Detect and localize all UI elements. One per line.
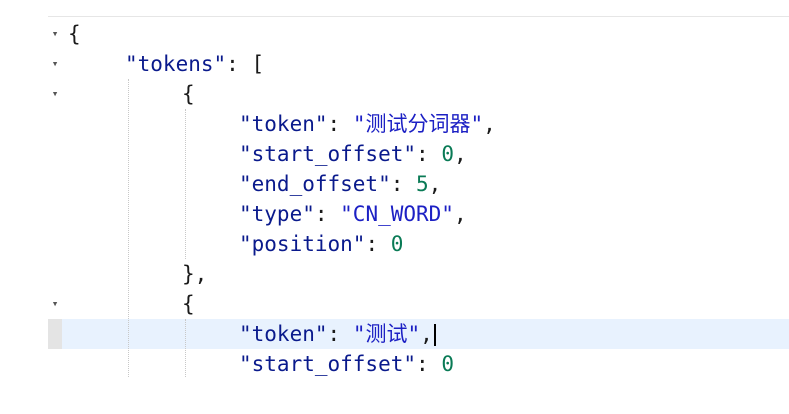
json-punctuation: : (416, 352, 442, 376)
json-key: "token" (239, 112, 328, 136)
fold-toggle-triangle-down-icon[interactable]: ▾ (48, 19, 62, 49)
code-line[interactable]: "tokens": [ (48, 49, 789, 79)
code-line-content: { (182, 289, 195, 319)
json-punctuation: : (327, 112, 353, 136)
json-punctuation: }, (182, 262, 208, 286)
line-gutter-cell (48, 259, 62, 289)
code-line[interactable]: { (48, 19, 789, 49)
fold-toggle-triangle-down-icon[interactable]: ▾ (48, 49, 62, 79)
json-punctuation: : (390, 172, 417, 196)
code-line-content: "start_offset": 0 (239, 349, 454, 377)
indent-guide (128, 79, 129, 377)
json-punctuation: , (453, 202, 467, 226)
json-key: "start_offset" (239, 352, 417, 376)
code-line-active[interactable]: "token": "测试", (48, 319, 789, 349)
screenshot-frame: {▾ "tokens": [▾{▾ "token": "测试分词器", "start_… (0, 0, 789, 414)
code-line[interactable]: "type": "CN_WORD", (48, 199, 789, 229)
code-line-content: "type": "CN_WORD", (239, 199, 467, 229)
json-key: "start_offset" (239, 142, 417, 166)
json-punctuation: , (428, 172, 442, 196)
code-line[interactable]: "start_offset": 0 (48, 349, 789, 377)
json-punctuation: { (182, 82, 195, 106)
text-cursor (433, 324, 436, 346)
line-gutter-cell (48, 109, 62, 139)
code-line-content: "start_offset": 0, (239, 139, 467, 169)
json-punctuation: : (365, 232, 391, 256)
code-line[interactable]: "start_offset": 0, (48, 139, 789, 169)
json-code-editor[interactable]: {▾ "tokens": [▾{▾ "token": "测试分词器", "start_… (48, 16, 789, 377)
json-string: "测试分词器" (352, 112, 484, 136)
code-line-content: { (182, 79, 195, 109)
json-key: "end_offset" (239, 172, 391, 196)
code-line[interactable]: "position": 0 (48, 229, 789, 259)
json-string: "测试" (352, 322, 421, 346)
code-line[interactable]: "token": "测试分词器", (48, 109, 789, 139)
json-key: "tokens" (125, 52, 227, 76)
code-line-content: "end_offset": 5, (239, 169, 441, 199)
json-number: 0 (441, 352, 454, 376)
json-number: 5 (416, 172, 429, 196)
json-punctuation: : [ (226, 52, 265, 76)
line-gutter-cell (48, 169, 62, 199)
fold-toggle-triangle-down-icon[interactable]: ▾ (48, 289, 62, 319)
json-number: 0 (441, 142, 454, 166)
json-punctuation: : (314, 202, 341, 226)
code-line-content: "token": "测试分词器", (239, 109, 496, 139)
json-punctuation: , (483, 112, 496, 136)
code-line-content: "token": "测试", (239, 319, 436, 349)
code-line[interactable]: }, (48, 259, 789, 289)
json-key: "token" (239, 322, 328, 346)
json-punctuation: { (182, 292, 195, 316)
json-punctuation: : (327, 322, 353, 346)
line-gutter-cell (48, 319, 62, 349)
code-line-content: "tokens": [ (125, 49, 264, 79)
line-gutter-cell (48, 349, 62, 377)
code-line[interactable]: "end_offset": 5, (48, 169, 789, 199)
json-key: "type" (239, 202, 315, 226)
code-line[interactable]: { (48, 289, 789, 319)
line-gutter-cell (48, 229, 62, 259)
code-line[interactable]: { (48, 79, 789, 109)
json-punctuation: , (453, 142, 467, 166)
fold-toggle-triangle-down-icon[interactable]: ▾ (48, 79, 62, 109)
json-punctuation: , (420, 322, 433, 346)
json-number: 0 (390, 232, 404, 256)
code-line-content: }, (182, 259, 207, 289)
line-gutter-cell (48, 139, 62, 169)
json-key: "position" (239, 232, 366, 256)
json-punctuation: : (416, 142, 442, 166)
code-line-content: "position": 0 (239, 229, 403, 259)
json-punctuation: { (68, 22, 81, 46)
indent-guide (185, 319, 186, 377)
json-string: "CN_WORD" (340, 202, 454, 226)
indent-guide (185, 109, 186, 259)
line-gutter-cell (48, 199, 62, 229)
code-line-content: { (68, 19, 81, 49)
